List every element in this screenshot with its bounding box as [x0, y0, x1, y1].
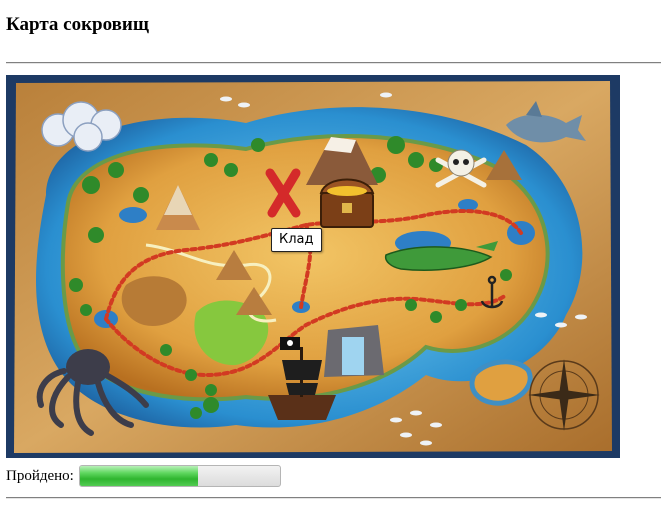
page-title: Карта сокровищ [6, 14, 149, 35]
treasure-map[interactable] [6, 75, 620, 458]
progress-fill [79, 466, 198, 486]
bottom-divider [6, 497, 661, 499]
progress-label: Пройдено: [6, 467, 74, 484]
treasure-tooltip: Клад [271, 228, 322, 252]
waterfall [324, 325, 384, 377]
top-divider [6, 62, 661, 64]
progress-row: Пройдено: [6, 463, 281, 489]
treasure-chest-icon [319, 178, 375, 228]
lake [119, 207, 147, 223]
treasure-map-image [6, 75, 620, 458]
small-island [469, 359, 533, 406]
progress-bar [78, 465, 281, 487]
